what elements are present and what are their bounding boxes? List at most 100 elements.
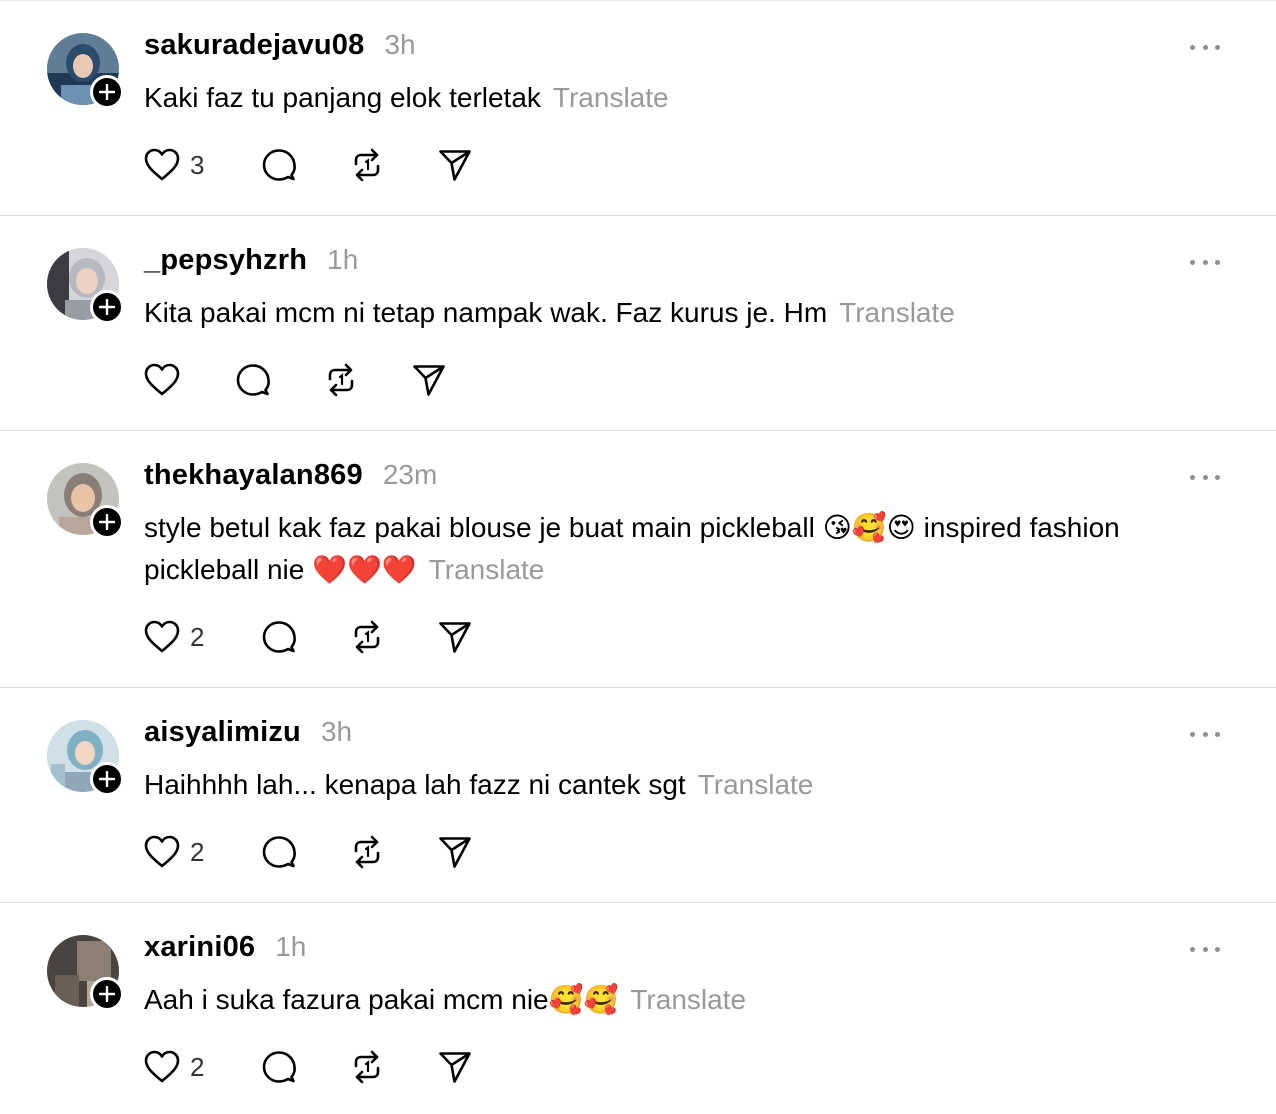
- post-header: xarini06 1h: [144, 931, 306, 964]
- username[interactable]: aisyalimizu: [144, 716, 301, 749]
- like-button[interactable]: 3: [144, 145, 206, 185]
- repost-icon: [328, 363, 354, 397]
- comment-text: Kaki faz tu panjang elok terletak Transla…: [144, 77, 1234, 119]
- comment-text: Aah i suka fazura pakai mcm nie🥰🥰 Transla…: [144, 979, 1234, 1021]
- like-button[interactable]: 2: [144, 832, 206, 872]
- translate-link[interactable]: Translate: [698, 769, 814, 800]
- comment-icon: [236, 364, 270, 396]
- post-header: thekhayalan869 23m: [144, 459, 437, 492]
- share-button[interactable]: [438, 145, 472, 185]
- follow-button[interactable]: [90, 762, 124, 796]
- avatar-container[interactable]: [47, 248, 124, 324]
- like-button[interactable]: 2: [144, 1047, 206, 1087]
- avatar-container[interactable]: [47, 720, 124, 796]
- send-icon: [439, 837, 471, 868]
- follow-button[interactable]: [90, 290, 124, 324]
- post-header: sakuradejavu08 3h: [144, 29, 416, 62]
- reply-button[interactable]: [262, 145, 296, 185]
- action-bar: [144, 360, 446, 400]
- timestamp[interactable]: 1h: [327, 244, 358, 276]
- translate-link[interactable]: Translate: [839, 297, 955, 328]
- action-bar: 2: [144, 617, 472, 657]
- post-header: aisyalimizu 3h: [144, 716, 352, 749]
- comment-feed: sakuradejavu08 3h Kaki faz tu panjang el…: [0, 0, 1276, 1114]
- send-icon: [413, 365, 445, 396]
- like-button[interactable]: 2: [144, 617, 206, 657]
- username[interactable]: xarini06: [144, 931, 255, 964]
- comment-post: aisyalimizu 3h Haihhhh lah... kenapa lah…: [0, 687, 1276, 902]
- timestamp[interactable]: 1h: [275, 931, 306, 963]
- like-count: 2: [190, 836, 205, 867]
- comment-body: Aah i suka fazura pakai mcm nie🥰🥰: [144, 984, 619, 1015]
- send-icon: [439, 622, 471, 653]
- timestamp[interactable]: 3h: [384, 29, 415, 61]
- username[interactable]: _pepsyhzrh: [144, 244, 307, 277]
- post-header: _pepsyhzrh 1h: [144, 244, 358, 277]
- follow-button[interactable]: [90, 977, 124, 1011]
- avatar-container[interactable]: [47, 463, 124, 539]
- follow-button[interactable]: [90, 75, 124, 109]
- send-icon: [439, 1052, 471, 1083]
- heart-icon: [144, 148, 180, 181]
- share-button[interactable]: [438, 1047, 472, 1087]
- more-icon[interactable]: [1190, 722, 1220, 746]
- repost-icon: [354, 620, 380, 654]
- comment-icon: [262, 836, 296, 868]
- action-bar: 2: [144, 832, 472, 872]
- translate-link[interactable]: Translate: [553, 82, 669, 113]
- timestamp[interactable]: 3h: [321, 716, 352, 748]
- like-count: 2: [190, 1051, 205, 1082]
- heart-icon: [144, 620, 180, 653]
- timestamp[interactable]: 23m: [383, 459, 437, 491]
- more-icon[interactable]: [1190, 465, 1220, 489]
- reply-button[interactable]: [236, 360, 270, 400]
- share-button[interactable]: [412, 360, 446, 400]
- reply-button[interactable]: [262, 832, 296, 872]
- avatar-container[interactable]: [47, 33, 124, 109]
- reply-button[interactable]: [262, 1047, 296, 1087]
- like-count: 3: [190, 149, 205, 180]
- comment-icon: [262, 149, 296, 181]
- comment-text: style betul kak faz pakai blouse je buat…: [144, 507, 1234, 591]
- plus-icon: [99, 84, 115, 100]
- comment-icon: [262, 621, 296, 653]
- reply-button[interactable]: [262, 617, 296, 657]
- more-icon[interactable]: [1190, 35, 1220, 59]
- comment-post: sakuradejavu08 3h Kaki faz tu panjang el…: [0, 0, 1276, 215]
- comment-text: Kita pakai mcm ni tetap nampak wak. Faz …: [144, 292, 1234, 334]
- repost-button[interactable]: [350, 617, 384, 657]
- action-bar: 2: [144, 1047, 472, 1087]
- comment-body: Haihhhh lah... kenapa lah fazz ni cantek…: [144, 769, 686, 800]
- username[interactable]: sakuradejavu08: [144, 29, 364, 62]
- heart-icon: [144, 1050, 180, 1083]
- comment-body: Kaki faz tu panjang elok terletak: [144, 82, 541, 113]
- translate-link[interactable]: Translate: [429, 554, 545, 585]
- share-button[interactable]: [438, 617, 472, 657]
- heart-icon: [144, 835, 180, 868]
- plus-icon: [99, 986, 115, 1002]
- avatar-container[interactable]: [47, 935, 124, 1011]
- action-bar: 3: [144, 145, 472, 185]
- follow-button[interactable]: [90, 505, 124, 539]
- repost-button[interactable]: [350, 832, 384, 872]
- heart-icon: [144, 363, 180, 396]
- comment-body: Kita pakai mcm ni tetap nampak wak. Faz …: [144, 297, 828, 328]
- comment-text: Haihhhh lah... kenapa lah fazz ni cantek…: [144, 764, 1234, 806]
- plus-icon: [99, 514, 115, 530]
- plus-icon: [99, 299, 115, 315]
- translate-link[interactable]: Translate: [630, 984, 746, 1015]
- repost-button[interactable]: [350, 145, 384, 185]
- share-button[interactable]: [438, 832, 472, 872]
- repost-button[interactable]: [324, 360, 358, 400]
- comment-body: style betul kak faz pakai blouse je buat…: [144, 512, 1120, 585]
- plus-icon: [99, 771, 115, 787]
- username[interactable]: thekhayalan869: [144, 459, 363, 492]
- send-icon: [439, 150, 471, 181]
- like-button[interactable]: [144, 360, 180, 400]
- more-icon[interactable]: [1190, 937, 1220, 961]
- repost-icon: [354, 1050, 380, 1084]
- comment-icon: [262, 1051, 296, 1083]
- comment-post: xarini06 1h Aah i suka fazura pakai mcm …: [0, 902, 1276, 1114]
- more-icon[interactable]: [1190, 250, 1220, 274]
- repost-button[interactable]: [350, 1047, 384, 1087]
